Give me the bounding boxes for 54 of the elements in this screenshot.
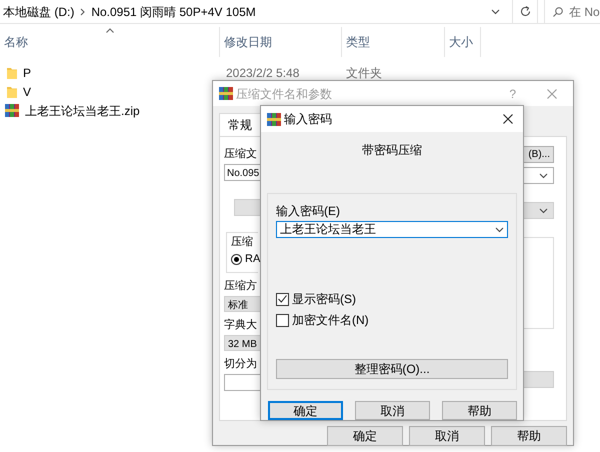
chevron-down-icon[interactable] (495, 226, 504, 232)
checkbox-label[interactable]: 显示密码(S) (292, 290, 356, 308)
file-name[interactable]: P (23, 64, 32, 82)
close-icon[interactable] (503, 114, 513, 124)
sort-caret-icon[interactable] (106, 28, 114, 33)
chevron-down-icon[interactable] (491, 8, 500, 14)
breadcrumb-drive[interactable]: 本地磁盘 (D:) (3, 2, 74, 20)
dialog-button[interactable]: 取消 (409, 426, 485, 446)
window-title: 压缩文件名和参数 (236, 86, 333, 102)
dialog-button[interactable]: 取消 (355, 401, 430, 420)
field-label: 压缩方 (224, 279, 258, 293)
refresh-icon[interactable] (520, 6, 530, 17)
archive-name-field[interactable]: No.095 (224, 164, 262, 181)
file-name[interactable]: 上老王论坛当老王.zip (25, 102, 140, 120)
folder-icon (7, 86, 17, 98)
dialog-button[interactable]: 确定 (268, 401, 343, 420)
chevron-down-icon[interactable] (539, 208, 548, 214)
checkbox-label[interactable]: 加密文件名(N) (292, 311, 369, 329)
dialog-button[interactable]: 确定 (327, 426, 403, 446)
dialog-button[interactable]: 帮助 (442, 401, 517, 420)
column-header[interactable]: 修改日期 (224, 33, 272, 51)
organize-password-button[interactable]: 整理密码(O)... (276, 359, 508, 379)
column-header[interactable]: 类型 (346, 33, 370, 51)
field-label: 切分为 (224, 357, 258, 371)
dictionary-dropdown[interactable]: 32 MB (224, 335, 262, 351)
file-name[interactable]: V (23, 82, 32, 100)
group-label: 压缩 (231, 235, 254, 249)
file-type: 文件夹 (345, 64, 382, 82)
archive-icon (5, 104, 19, 117)
folder-icon (7, 66, 17, 78)
chevron-down-icon[interactable] (539, 172, 548, 178)
archive-icon (219, 87, 233, 100)
search-icon (553, 6, 563, 16)
password-field[interactable]: 上老王论坛当老王 (276, 221, 508, 238)
column-header[interactable]: 名称 (4, 33, 28, 51)
method-dropdown[interactable]: 标准 (224, 296, 262, 312)
checkbox[interactable] (276, 314, 289, 326)
modified-date: 2023/2/2 5:48 (225, 64, 300, 82)
checkbox[interactable] (276, 292, 289, 306)
radio-button[interactable] (231, 254, 242, 264)
chevron-right-icon[interactable] (80, 8, 86, 16)
archive-icon (267, 112, 281, 126)
split-field[interactable] (224, 374, 262, 391)
dialog-button[interactable]: 帮助 (491, 426, 567, 446)
breadcrumb-folder[interactable]: No.0951 闵雨晴 50P+4V 105M (91, 2, 256, 20)
field-label: 输入密码(E) (276, 203, 341, 220)
column-header[interactable]: 大小 (449, 33, 473, 51)
search-field[interactable]: 在 No (544, 0, 600, 24)
field-label: 压缩文 (224, 147, 258, 161)
dialog-heading: 带密码压缩 (361, 142, 423, 159)
field-label: 字典大 (224, 318, 258, 332)
tab[interactable]: 常规 (219, 113, 261, 136)
window-title: 输入密码 (284, 111, 333, 128)
radio-label[interactable]: RA (245, 252, 260, 266)
